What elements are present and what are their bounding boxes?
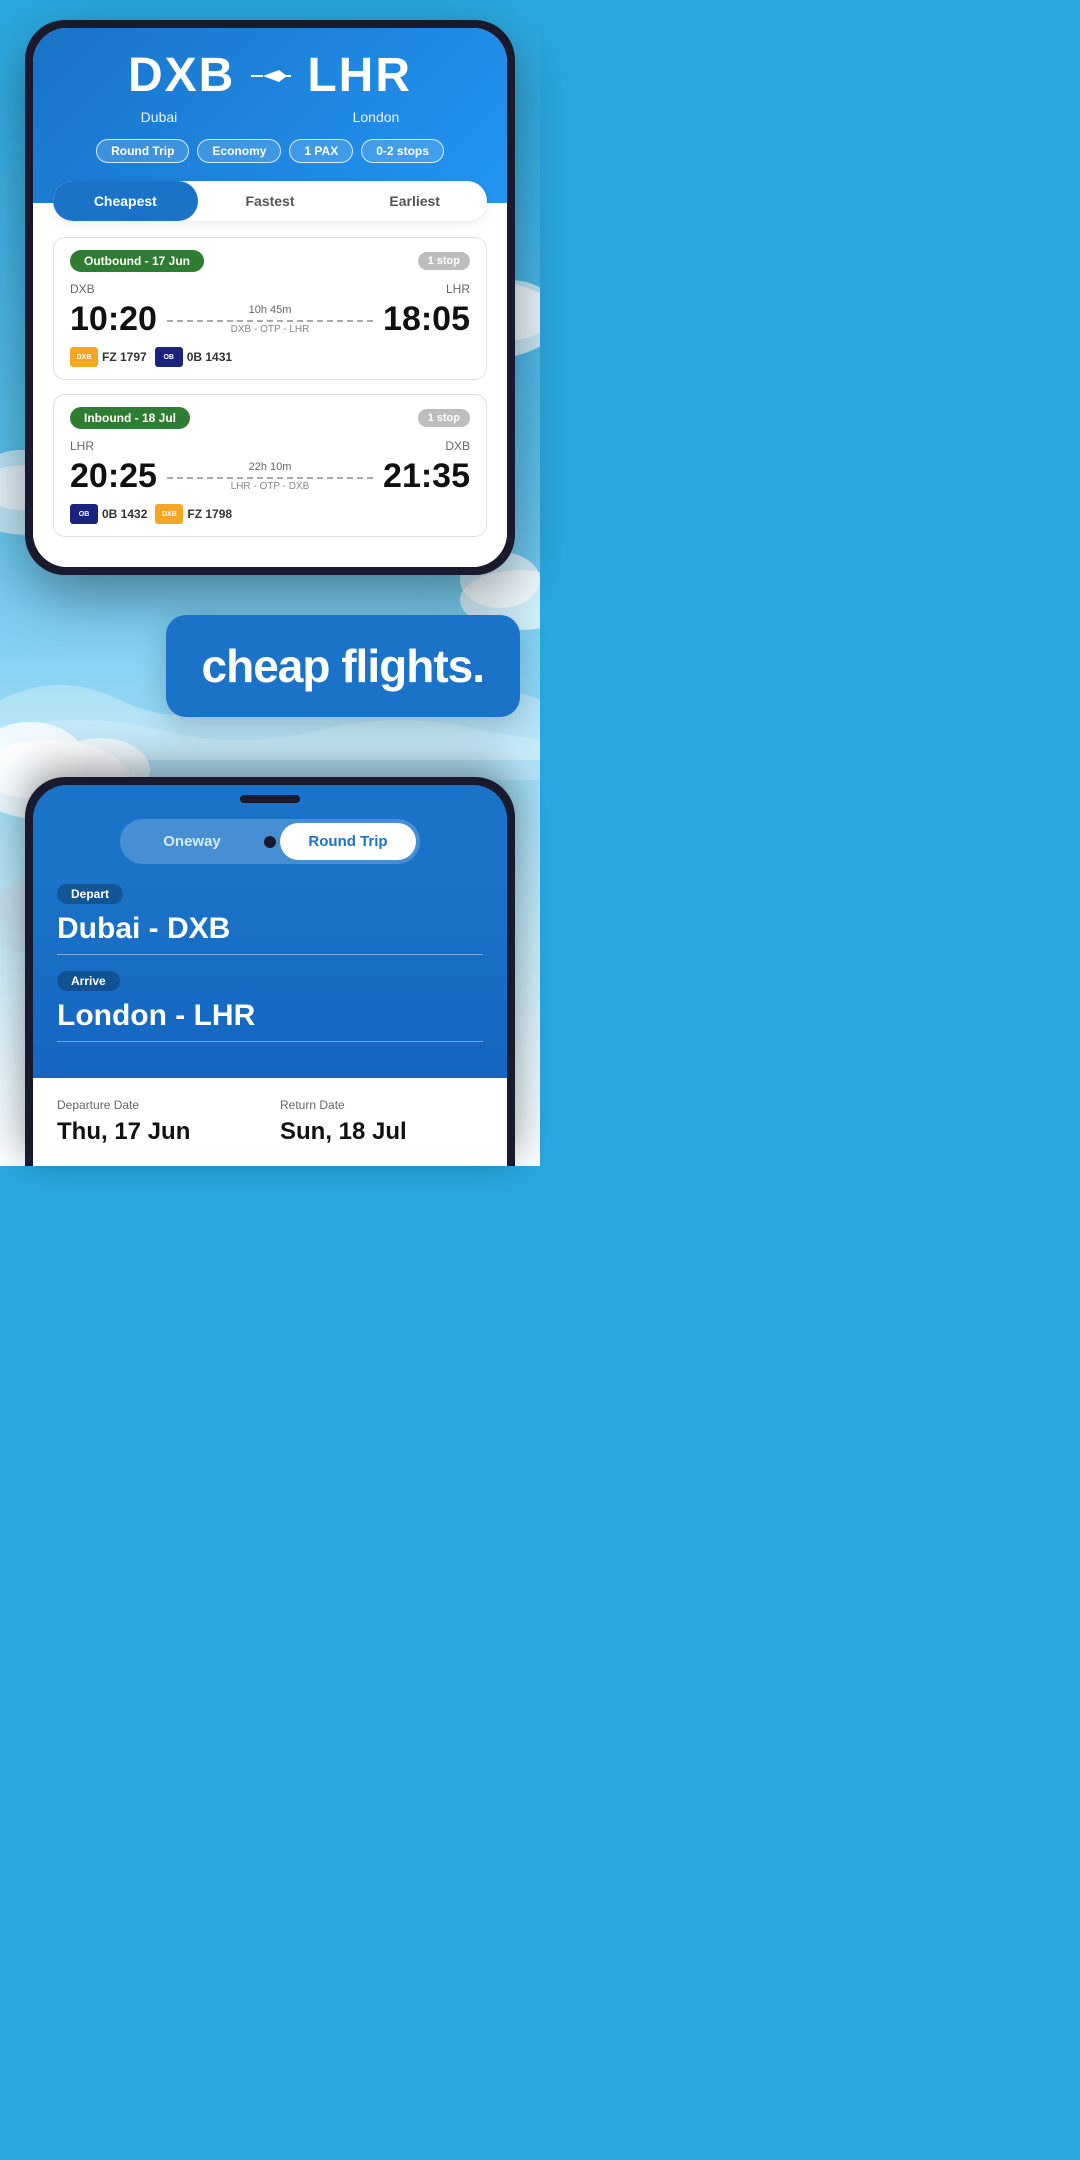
tab-cheapest[interactable]: Cheapest <box>53 181 198 221</box>
filter-tags: Round Trip Economy 1 PAX 0-2 stops <box>53 139 487 163</box>
inbound-dashed-line <box>167 477 373 479</box>
toggle-oneway[interactable]: Oneway <box>124 823 260 860</box>
outbound-airline-1-logo: DXB <box>70 347 98 367</box>
outbound-flight-card: Outbound - 17 Jun 1 stop DXB LHR 10:20 1… <box>53 237 487 380</box>
notch-bar <box>33 785 507 809</box>
depart-label: Depart <box>57 884 123 904</box>
arrive-value[interactable]: London - LHR <box>57 999 483 1042</box>
inbound-airlines: OB 0B 1432 DXB FZ 1798 <box>70 504 470 524</box>
outbound-destination: LHR <box>446 282 470 296</box>
inbound-duration: 22h 10m <box>249 461 292 473</box>
inbound-airline-1-code: 0B 1432 <box>102 507 147 521</box>
depart-value[interactable]: Dubai - DXB <box>57 912 483 955</box>
outbound-origin: DXB <box>70 282 95 296</box>
outbound-badge: Outbound - 17 Jun <box>70 250 204 272</box>
tab-earliest[interactable]: Earliest <box>342 181 487 221</box>
outbound-airline-2-logo: OB <box>155 347 183 367</box>
outbound-dashed-line <box>167 320 373 322</box>
inbound-origin: LHR <box>70 439 94 453</box>
inbound-stop-badge: 1 stop <box>418 409 470 427</box>
outbound-via: DXB - OTP - LHR <box>231 324 310 335</box>
mid-section: cheap flights. <box>0 575 540 777</box>
origin-code: DXB <box>128 48 235 103</box>
inbound-airline-2-code: FZ 1798 <box>187 507 232 521</box>
outbound-duration: 10h 45m <box>249 304 292 316</box>
toggle-container: Oneway Round Trip <box>120 819 420 864</box>
phone2: Oneway Round Trip Depart Dubai - DXB Arr… <box>25 777 515 1166</box>
destination-city: London <box>353 109 400 125</box>
inbound-flight-card: Inbound - 18 Jul 1 stop LHR DXB 20:25 22… <box>53 394 487 537</box>
inbound-dep-time: 20:25 <box>70 457 157 496</box>
depart-group: Depart Dubai - DXB <box>57 884 483 955</box>
date-row: Departure Date Thu, 17 Jun Return Date S… <box>33 1078 507 1166</box>
filter-economy[interactable]: Economy <box>197 139 281 163</box>
outbound-dep-time: 10:20 <box>70 300 157 339</box>
return-date-value: Sun, 18 Jul <box>280 1118 483 1146</box>
outbound-airline-1-code: FZ 1797 <box>102 350 147 364</box>
toggle-dot <box>264 836 276 848</box>
search-form: Depart Dubai - DXB Arrive London - LHR <box>33 884 507 1078</box>
arrive-label: Arrive <box>57 971 120 991</box>
filter-stops[interactable]: 0-2 stops <box>361 139 444 163</box>
flights-area: Outbound - 17 Jun 1 stop DXB LHR 10:20 1… <box>33 221 507 567</box>
phone-notch <box>240 795 300 803</box>
inbound-badge: Inbound - 18 Jul <box>70 407 190 429</box>
outbound-airline-2-code: 0B 1431 <box>187 350 232 364</box>
departure-date-label: Departure Date <box>57 1098 260 1112</box>
inbound-destination: DXB <box>445 439 470 453</box>
outbound-airlines: DXB FZ 1797 OB 0B 1431 <box>70 347 470 367</box>
outbound-airline-2: OB 0B 1431 <box>155 347 232 367</box>
arrive-group: Arrive London - LHR <box>57 971 483 1042</box>
inbound-route-line: 22h 10m LHR - OTP - DXB <box>157 461 383 492</box>
outbound-arr-time: 18:05 <box>383 300 470 339</box>
origin-city: Dubai <box>141 109 178 125</box>
tab-fastest[interactable]: Fastest <box>198 181 343 221</box>
toggle-roundtrip[interactable]: Round Trip <box>280 823 416 860</box>
inbound-airline-1-logo: OB <box>70 504 98 524</box>
plane-icon <box>251 66 291 86</box>
trip-type-toggle[interactable]: Oneway Round Trip <box>33 809 507 884</box>
inbound-arr-time: 21:35 <box>383 457 470 496</box>
phone1: DXB LHR Dubai London <box>25 20 515 575</box>
departure-date-col[interactable]: Departure Date Thu, 17 Jun <box>57 1098 260 1146</box>
sort-tabs: Cheapest Fastest Earliest <box>53 181 487 221</box>
phone1-header: DXB LHR Dubai London <box>33 28 507 203</box>
inbound-via: LHR - OTP - DXB <box>231 481 310 492</box>
inbound-airline-1: OB 0B 1432 <box>70 504 147 524</box>
inbound-airline-2-logo: DXB <box>155 504 183 524</box>
return-date-col[interactable]: Return Date Sun, 18 Jul <box>280 1098 483 1146</box>
cheap-flights-box: cheap flights. <box>166 615 520 717</box>
outbound-airline-1: DXB FZ 1797 <box>70 347 147 367</box>
filter-round-trip[interactable]: Round Trip <box>96 139 189 163</box>
return-date-label: Return Date <box>280 1098 483 1112</box>
departure-date-value: Thu, 17 Jun <box>57 1118 260 1146</box>
destination-code: LHR <box>307 48 412 103</box>
filter-pax[interactable]: 1 PAX <box>289 139 353 163</box>
cheap-flights-text: cheap flights. <box>202 639 484 693</box>
outbound-route-line: 10h 45m DXB - OTP - LHR <box>157 304 383 335</box>
outbound-stop-badge: 1 stop <box>418 252 470 270</box>
inbound-airline-2: DXB FZ 1798 <box>155 504 232 524</box>
